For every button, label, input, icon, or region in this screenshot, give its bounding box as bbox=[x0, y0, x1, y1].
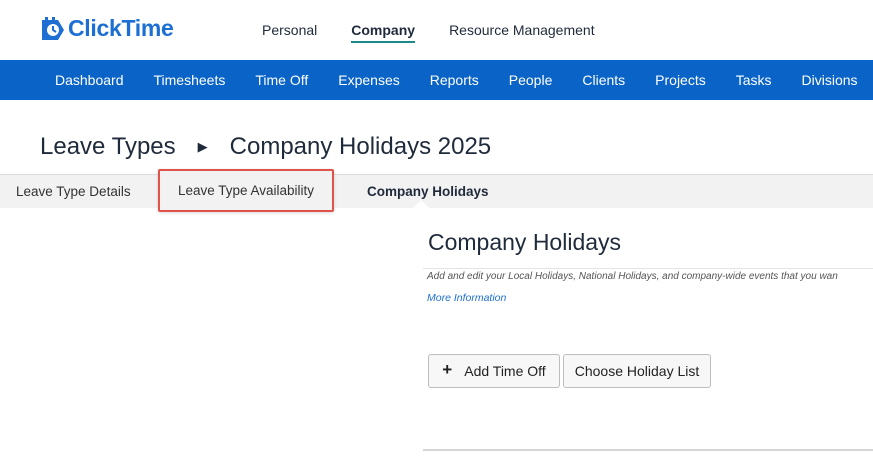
top-header: ClickTime Personal Company Resource Mana… bbox=[0, 0, 873, 60]
top-nav-company[interactable]: Company bbox=[351, 0, 415, 60]
table-top-rule bbox=[423, 449, 873, 451]
nav-clients[interactable]: Clients bbox=[582, 72, 625, 88]
clicktime-logo-icon bbox=[42, 16, 64, 40]
nav-expenses[interactable]: Expenses bbox=[338, 72, 399, 88]
page-title: Company Holidays 2025 bbox=[229, 133, 492, 160]
more-information-link[interactable]: More Information bbox=[427, 292, 506, 304]
top-nav-personal[interactable]: Personal bbox=[262, 0, 317, 60]
main-nav: Dashboard Timesheets Time Off Expenses R… bbox=[0, 60, 873, 100]
top-nav-resource-management[interactable]: Resource Management bbox=[449, 0, 595, 60]
active-tab-pointer bbox=[413, 200, 429, 208]
section-divider bbox=[423, 268, 873, 269]
tab-leave-type-details[interactable]: Leave Type Details bbox=[16, 175, 131, 208]
sub-tabs: Leave Type Details Leave Type Availabili… bbox=[0, 169, 873, 212]
nav-projects[interactable]: Projects bbox=[655, 72, 706, 88]
logo-text: ClickTime bbox=[68, 15, 174, 41]
nav-dashboard[interactable]: Dashboard bbox=[55, 72, 124, 88]
plus-icon: + bbox=[442, 360, 453, 379]
nav-people[interactable]: People bbox=[509, 72, 553, 88]
section-description: Add and edit your Local Holidays, Nation… bbox=[427, 271, 838, 282]
nav-reports[interactable]: Reports bbox=[430, 72, 479, 88]
clicktime-logo[interactable]: ClickTime bbox=[40, 15, 174, 42]
add-time-off-button[interactable]: + Add Time Off bbox=[428, 354, 560, 388]
choose-holiday-list-button[interactable]: Choose Holiday List bbox=[563, 354, 711, 388]
breadcrumb-leave-types[interactable]: Leave Types bbox=[40, 133, 176, 161]
nav-divisions[interactable]: Divisions bbox=[802, 72, 858, 88]
add-time-off-label: Add Time Off bbox=[464, 363, 546, 379]
nav-tasks[interactable]: Tasks bbox=[736, 72, 772, 88]
section-title: Company Holidays bbox=[428, 229, 622, 255]
breadcrumb: Leave Types ▶ Company Holidays 2025 bbox=[40, 133, 491, 161]
triangle-right-icon: ▶ bbox=[197, 139, 208, 154]
tab-leave-type-availability[interactable]: Leave Type Availability bbox=[158, 169, 334, 212]
top-nav: Personal Company Resource Management bbox=[262, 0, 629, 60]
company-holidays-panel: Company Holidays Add and edit your Local… bbox=[423, 208, 873, 456]
nav-timesheets[interactable]: Timesheets bbox=[154, 72, 226, 88]
nav-time-off[interactable]: Time Off bbox=[255, 72, 308, 88]
